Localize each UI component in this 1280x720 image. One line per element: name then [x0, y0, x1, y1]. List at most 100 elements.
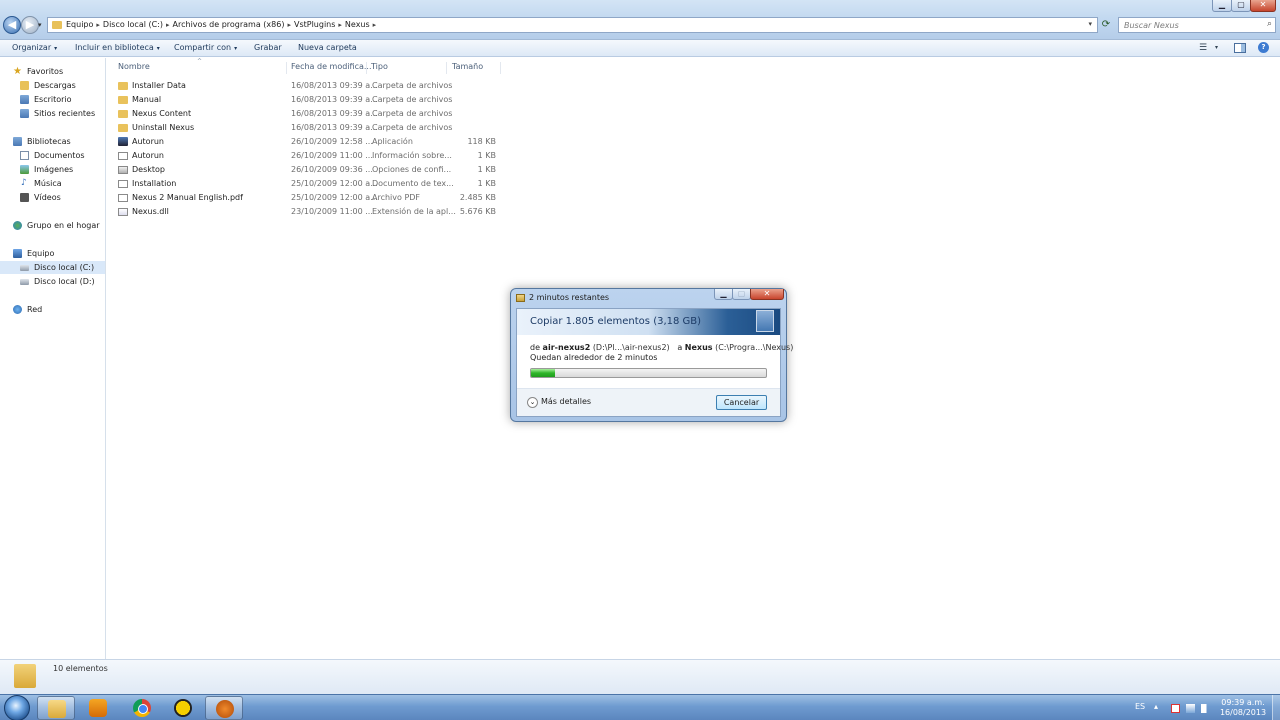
search-box[interactable]: ⌕	[1118, 17, 1276, 33]
volume-icon[interactable]	[1201, 704, 1210, 713]
include-in-library-button[interactable]: Incluir en biblioteca ▾	[75, 43, 160, 52]
burn-button[interactable]: Grabar	[254, 43, 282, 52]
file-name: Manual	[132, 95, 162, 104]
hard-drive-icon	[20, 265, 29, 271]
language-indicator[interactable]: ES	[1135, 702, 1145, 711]
destination-folder-link[interactable]: Nexus	[685, 343, 713, 352]
more-details-toggle[interactable]: ⌄ Más detalles	[527, 397, 591, 408]
file-date-modified: 26/10/2009 11:00 ...	[291, 151, 373, 160]
config-file-icon	[118, 166, 128, 174]
search-icon[interactable]: ⌕	[1267, 19, 1272, 29]
breadcrumb-separator-icon[interactable]: ▸	[338, 21, 342, 29]
system-clock[interactable]: 09:39 a.m. 16/08/2013	[1218, 698, 1268, 718]
column-header-date-modified[interactable]: Fecha de modifica...	[287, 62, 372, 74]
copy-progress-bar	[530, 368, 767, 378]
application-icon	[118, 137, 128, 146]
nav-computer[interactable]: Equipo	[0, 247, 105, 260]
file-date-modified: 25/10/2009 12:00 a...	[291, 179, 378, 188]
taskbar-fl-studio[interactable]	[205, 696, 243, 720]
breadcrumb-separator-icon[interactable]: ▸	[287, 21, 291, 29]
preview-pane-icon[interactable]	[1234, 43, 1246, 53]
address-bar[interactable]: Equipo ▸ Disco local (C:) ▸ Archivos de prog…	[47, 17, 1098, 33]
maximize-button[interactable]: ▢	[1231, 0, 1251, 12]
file-row[interactable]: Manual 16/08/2013 09:39 a... Carpeta de ar…	[115, 93, 502, 107]
share-with-button[interactable]: Compartir con ▾	[174, 43, 237, 52]
copy-source-destination: de air-nexus2 (D:\Pl...\air-nexus2) a Ne…	[530, 343, 793, 352]
nav-network[interactable]: Red	[0, 303, 105, 316]
file-row[interactable]: Nexus Content 16/08/2013 09:39 a... Carpet…	[115, 107, 502, 121]
start-button[interactable]	[4, 695, 30, 720]
file-row[interactable]: Nexus.dll 23/10/2009 11:00 ... Extensión d…	[115, 205, 502, 219]
breadcrumb-item[interactable]: Archivos de programa (x86)	[173, 20, 285, 29]
forward-button[interactable]: ▶	[21, 16, 39, 34]
organize-menu-button[interactable]: Organizar ▾	[12, 43, 57, 52]
breadcrumb-item[interactable]: Nexus	[345, 20, 370, 29]
nav-homegroup[interactable]: Grupo en el hogar	[0, 219, 105, 232]
breadcrumb-item[interactable]: Disco local (C:)	[103, 20, 163, 29]
help-icon[interactable]: ?	[1258, 42, 1269, 53]
nav-music[interactable]: ♪ Música	[0, 177, 105, 190]
breadcrumb-separator-icon[interactable]: ▸	[96, 21, 100, 29]
nav-recent-places[interactable]: Sitios recientes	[0, 107, 105, 120]
breadcrumb-item[interactable]: Equipo	[66, 20, 93, 29]
change-view-icon[interactable]: ☰	[1199, 43, 1207, 53]
show-desktop-button[interactable]	[1272, 695, 1280, 720]
nav-favorites[interactable]: ★ Favoritos	[0, 65, 105, 78]
file-date-modified: 16/08/2013 09:39 a...	[291, 123, 378, 132]
file-name: Uninstall Nexus	[132, 123, 195, 132]
column-header-name[interactable]: Nombre	[114, 62, 287, 74]
nav-desktop[interactable]: Escritorio	[0, 93, 105, 106]
nav-local-disk-c[interactable]: Disco local (C:)	[0, 261, 105, 274]
copy-banner-icon	[756, 310, 774, 332]
file-date-modified: 16/08/2013 09:39 a...	[291, 109, 378, 118]
action-center-flag-icon[interactable]	[1171, 704, 1180, 713]
nav-documents[interactable]: Documentos	[0, 149, 105, 162]
show-hidden-icons-arrow[interactable]: ▴	[1154, 702, 1158, 711]
file-row[interactable]: Autorun 26/10/2009 12:58 ... Aplicación 118…	[115, 135, 502, 149]
command-bar: Organizar ▾ Incluir en biblioteca ▾ Compar…	[0, 40, 1280, 57]
refresh-button[interactable]: ⟳	[1098, 17, 1114, 33]
column-headers: ^ Nombre Fecha de modifica... Tipo Tamañ…	[107, 58, 507, 76]
taskbar-windows-explorer[interactable]	[37, 696, 75, 720]
nav-local-disk-d[interactable]: Disco local (D:)	[0, 275, 105, 288]
back-button[interactable]: ◀	[3, 16, 21, 34]
dialog-close-button[interactable]: ✕	[750, 289, 784, 300]
search-input[interactable]	[1119, 18, 1259, 32]
nav-pictures[interactable]: Imágenes	[0, 163, 105, 176]
nav-videos[interactable]: Vídeos	[0, 191, 105, 204]
taskbar-google-chrome[interactable]	[123, 696, 161, 720]
nav-libraries[interactable]: Bibliotecas	[0, 135, 105, 148]
chevron-down-icon[interactable]: ▾	[1215, 44, 1218, 51]
close-button[interactable]: ✕	[1250, 0, 1276, 12]
dialog-body: Copiar 1.805 elementos (3,18 GB) de air-…	[516, 308, 793, 417]
column-header-size[interactable]: Tamaño	[448, 62, 501, 74]
new-folder-button[interactable]: Nueva carpeta	[298, 43, 357, 52]
address-dropdown-arrow[interactable]: ▾	[1088, 20, 1092, 28]
media-player-icon	[89, 699, 107, 717]
nav-downloads[interactable]: Descargas	[0, 79, 105, 92]
recent-pages-dropdown[interactable]: ▾	[38, 21, 42, 29]
breadcrumb-separator-icon[interactable]: ▸	[166, 21, 170, 29]
file-type: Carpeta de archivos	[372, 109, 453, 118]
file-row[interactable]: Nexus 2 Manual English.pdf 25/10/2009 12:…	[115, 191, 502, 205]
column-header-type[interactable]: Tipo	[367, 62, 447, 74]
cancel-button[interactable]: Cancelar	[716, 395, 767, 410]
desktop-icon	[20, 95, 29, 104]
setup-info-icon	[118, 152, 128, 160]
file-size: 1 KB	[477, 165, 496, 174]
pictures-icon	[20, 165, 29, 174]
homegroup-icon	[13, 221, 22, 230]
source-folder-link[interactable]: air-nexus2	[543, 343, 591, 352]
file-row[interactable]: Installation 25/10/2009 12:00 a... Documen…	[115, 177, 502, 191]
taskbar-norton[interactable]	[164, 696, 202, 720]
breadcrumb-item[interactable]: VstPlugins	[294, 20, 335, 29]
network-status-icon[interactable]	[1186, 704, 1195, 713]
dialog-minimize-button[interactable]: ▁	[714, 289, 733, 300]
breadcrumb-separator-icon[interactable]: ▸	[373, 21, 377, 29]
taskbar-media-player[interactable]	[79, 696, 117, 720]
file-row[interactable]: Desktop 26/10/2009 09:36 ... Opciones de c…	[115, 163, 502, 177]
file-row[interactable]: Autorun 26/10/2009 11:00 ... Información s…	[115, 149, 502, 163]
minimize-button[interactable]: ▁	[1212, 0, 1232, 12]
file-row[interactable]: Installer Data 16/08/2013 09:39 a... Carpe…	[115, 79, 502, 93]
file-row[interactable]: Uninstall Nexus 16/08/2013 09:39 a... Carp…	[115, 121, 502, 135]
